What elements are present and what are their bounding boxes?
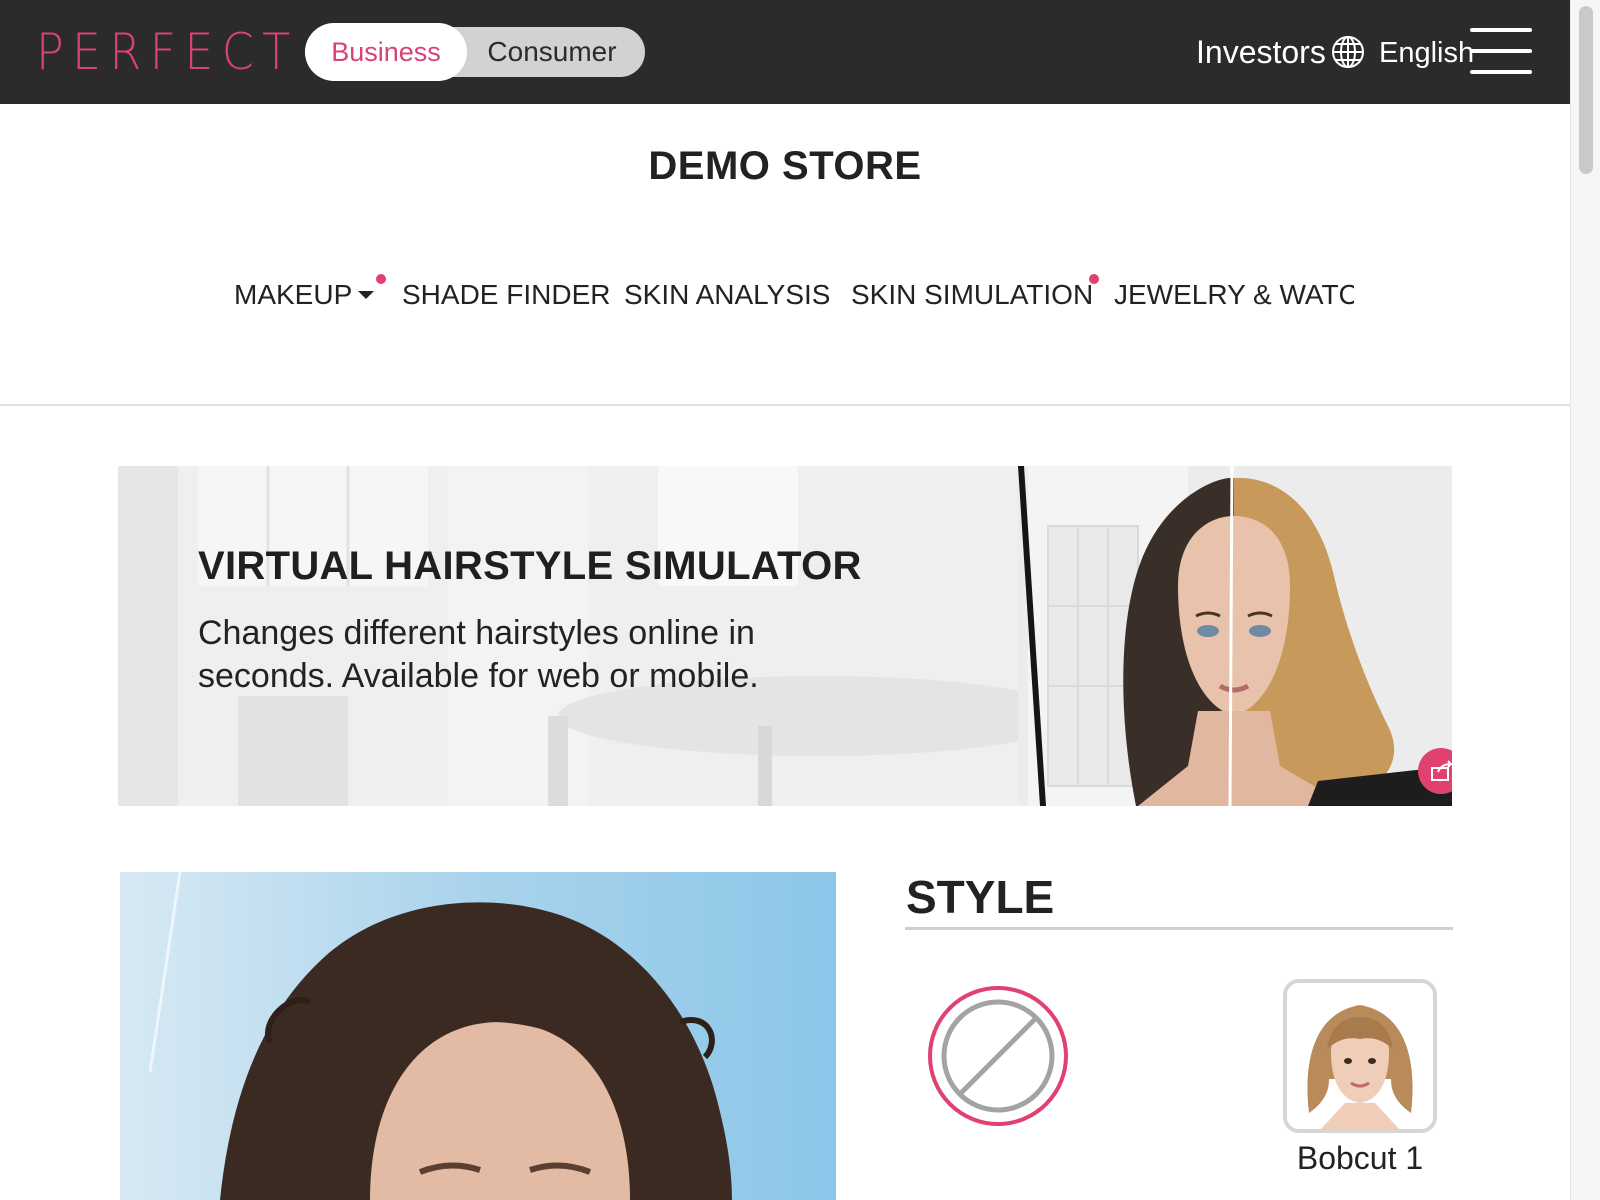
- perfect-logo[interactable]: PERFECT: [36, 22, 298, 82]
- model-photo: [120, 872, 836, 1200]
- nav-item-skin-analysis[interactable]: SKIN ANALYSIS: [624, 274, 830, 316]
- chevron-down-icon: [358, 290, 375, 299]
- nav-item-label: MAKEUP: [234, 279, 353, 310]
- nav-item-makeup[interactable]: MAKEUP: [234, 274, 375, 316]
- style-section-title: STYLE: [906, 871, 1055, 923]
- none-icon: [941, 999, 1055, 1113]
- nav-divider: [0, 404, 1570, 406]
- scrollbar-thumb[interactable]: [1579, 6, 1593, 174]
- nav-item-shade-finder[interactable]: SHADE FINDER: [402, 274, 610, 316]
- top-navigation-bar: PERFECT Business Consumer Investors Engl…: [0, 0, 1570, 104]
- bobcut-thumbnail: [1287, 983, 1433, 1129]
- page-scrollbar[interactable]: [1570, 0, 1600, 1200]
- business-toggle-option[interactable]: Business: [305, 23, 467, 81]
- hairstyle-banner: VIRTUAL HAIRSTYLE SIMULATOR Changes diff…: [118, 466, 1452, 806]
- store-title: DEMO STORE: [648, 144, 922, 188]
- nav-item-jewelry-watch[interactable]: JEWELRY & WATCH: [1114, 274, 1354, 316]
- style-thumbnail-bobcut-1[interactable]: [1283, 979, 1437, 1133]
- language-selector[interactable]: English: [1379, 34, 1474, 72]
- style-section-divider: [905, 927, 1453, 930]
- banner-title: VIRTUAL HAIRSTYLE SIMULATOR: [198, 544, 862, 588]
- banner-subtitle: Changes different hairstyles online in s…: [198, 614, 759, 695]
- nav-item-skin-simulation[interactable]: SKIN SIMULATION: [851, 274, 1093, 316]
- no-style-button[interactable]: [928, 986, 1068, 1126]
- share-icon: [1431, 760, 1452, 781]
- audience-toggle[interactable]: Business Consumer: [305, 23, 645, 81]
- style-thumbnail-label: Bobcut 1: [1296, 1140, 1424, 1176]
- notification-dot: [1089, 274, 1099, 284]
- consumer-toggle-option[interactable]: Consumer: [477, 27, 627, 77]
- notification-dot: [376, 274, 386, 284]
- hamburger-menu-icon[interactable]: [1470, 28, 1532, 76]
- share-button[interactable]: [1418, 748, 1452, 794]
- investors-link[interactable]: Investors: [1196, 32, 1326, 72]
- banner-model-image: [1018, 466, 1452, 806]
- category-nav: MAKEUP SHADE FINDER SKIN ANALYSIS SKIN S…: [234, 274, 1354, 316]
- globe-icon[interactable]: [1331, 35, 1365, 69]
